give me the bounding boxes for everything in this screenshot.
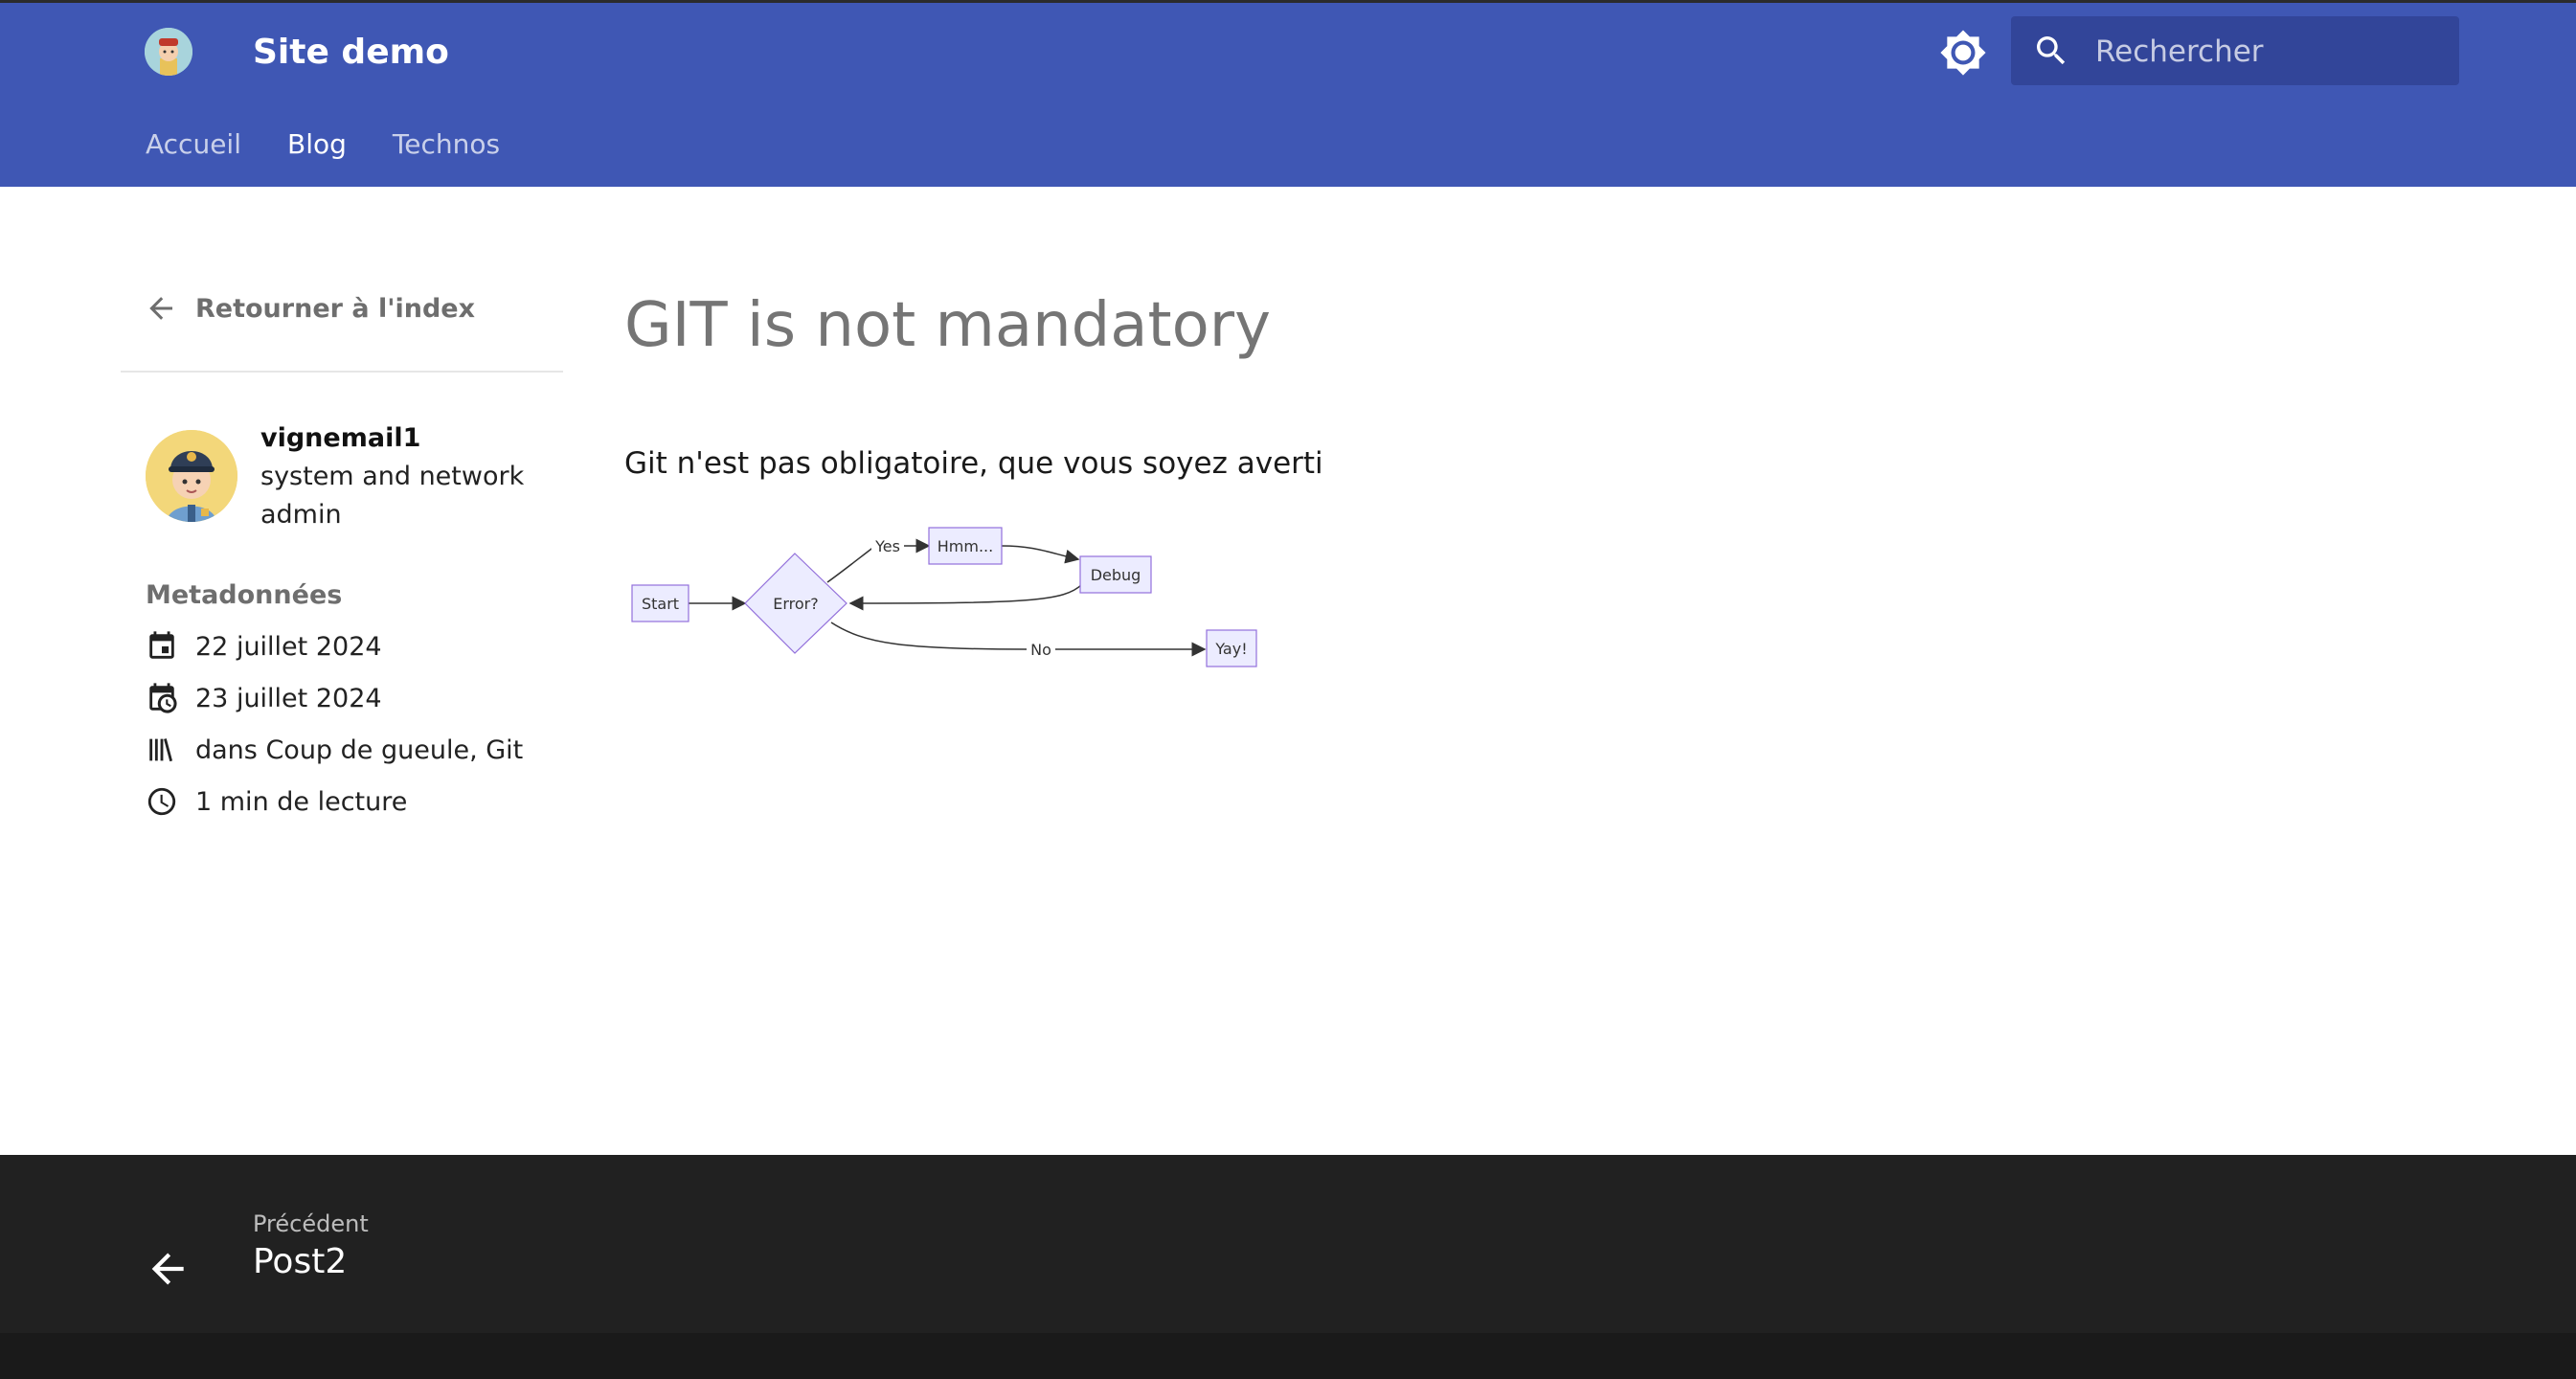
calendar-icon [149, 631, 174, 659]
page-title: GIT is not mandatory [624, 290, 1271, 361]
node-start-label: Start [642, 595, 679, 613]
back-to-index-link[interactable]: Retourner à l'index [144, 287, 475, 329]
author-bio: system and network admin [260, 462, 525, 530]
node-hmm-label: Hmm... [938, 537, 993, 555]
search-input[interactable] [2093, 16, 2452, 87]
search-icon [2037, 36, 2066, 65]
author-name: vignemail1 [260, 423, 421, 453]
tab-blog[interactable]: Blog [287, 127, 347, 166]
article-paragraph: Git n'est pas obligatoire, que vous soye… [624, 446, 1323, 481]
edge-error-hmm [826, 545, 876, 583]
search-box[interactable] [2011, 16, 2459, 87]
node-error-label: Error? [773, 595, 819, 613]
node-debug-label: Debug [1091, 566, 1141, 584]
back-to-index-label: Retourner à l'index [195, 293, 476, 324]
edge-label-yes: Yes [874, 537, 900, 555]
sidebar-divider [121, 371, 563, 373]
edge-debug-error [848, 583, 1083, 611]
meta-text: 1 min de lecture [195, 786, 408, 817]
main-nav: Accueil Blog Technos [146, 127, 500, 166]
site-header: Site demo Accueil Blog Technos [0, 3, 2576, 187]
meta-categories: dans Coup de gueule, Git [146, 731, 523, 769]
library-icon [149, 738, 173, 762]
flowchart-diagram: Start Error? Hmm... Debug Yay! Yes No [631, 527, 1257, 667]
previous-label: Précédent [253, 1210, 369, 1237]
arrow-left-icon [151, 1253, 184, 1285]
site-title[interactable]: Site demo [253, 32, 449, 74]
footer-bottom-bar [0, 1333, 2576, 1379]
arrow-left-icon [149, 297, 172, 320]
meta-text: 23 juillet 2024 [195, 683, 382, 713]
theme-toggle-icon[interactable] [1939, 29, 1987, 77]
edge-error-no [830, 622, 1028, 650]
avatar [146, 430, 237, 522]
clock-icon [147, 787, 176, 816]
calendar-clock-icon [149, 683, 177, 713]
tab-accueil[interactable]: Accueil [146, 127, 241, 166]
meta-published-date: 22 juillet 2024 [146, 627, 382, 666]
site-footer [0, 1155, 2576, 1333]
meta-updated-date: 23 juillet 2024 [146, 679, 382, 717]
meta-text: 22 juillet 2024 [195, 631, 382, 662]
meta-text: dans Coup de gueule, Git [195, 735, 524, 765]
meta-reading-time: 1 min de lecture [146, 782, 407, 821]
site-logo[interactable] [145, 28, 192, 76]
previous-post-title: Post2 [253, 1242, 348, 1281]
edge-label-no: No [1030, 641, 1051, 659]
edge-hmm-debug [1001, 545, 1080, 564]
node-yay-label: Yay! [1214, 640, 1247, 658]
metadata-heading: Metadonnées [146, 580, 343, 610]
tab-technos[interactable]: Technos [393, 127, 500, 166]
